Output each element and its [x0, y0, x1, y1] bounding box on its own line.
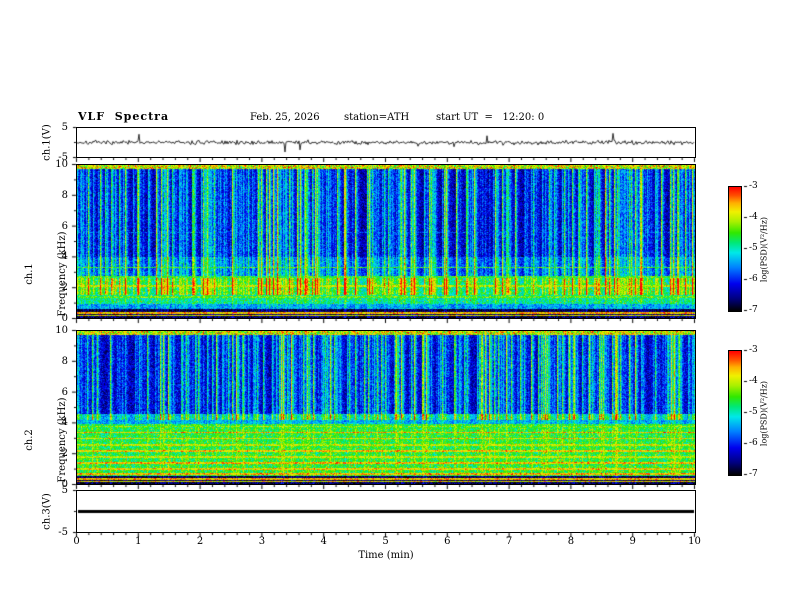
- x-tick-label: 9: [629, 536, 636, 547]
- colorbar-tick-label: -5: [749, 243, 758, 253]
- start-ut-label: start UT = 12:20: 0: [436, 112, 545, 123]
- y-tick-label: 5: [61, 122, 68, 133]
- ch1-spectrogram-canvas: [77, 165, 695, 318]
- x-tick-label: 10: [688, 536, 701, 547]
- x-tick-label: 0: [73, 536, 80, 547]
- ch1-frequency-axis-label-line1: ch.1: [24, 263, 35, 285]
- date-label: Feb. 25, 2026: [250, 112, 320, 123]
- y-tick-label: 4: [61, 417, 68, 429]
- vlf-spectra-figure: VLF Spectra Feb. 25, 2026 station=ATH st…: [0, 0, 792, 612]
- y-tick-label: 5: [61, 485, 68, 496]
- y-tick-label: 2: [61, 282, 68, 294]
- x-tick-label: 5: [382, 536, 389, 547]
- y-tick-label: 4: [61, 251, 68, 263]
- colorbar-tick-label: -7: [749, 469, 758, 479]
- colorbar-tick-label: -4: [749, 376, 758, 386]
- colorbar-tick-label: -3: [749, 345, 758, 355]
- x-tick-label: 8: [567, 536, 575, 547]
- colorbar-tick-label: -4: [749, 212, 758, 222]
- x-tick-label: 3: [258, 536, 266, 547]
- y-tick-label: 6: [61, 386, 68, 398]
- y-tick-label: -5: [58, 527, 68, 538]
- ch1-frequency-axis-label: ch.1 Frequency (kHz): [2, 216, 90, 332]
- ch3-waveform-panel: [76, 490, 696, 533]
- colorbar-ch1: [728, 186, 742, 312]
- colorbar-ch1-gradient: [729, 187, 741, 311]
- colorbar-tick-label: -6: [749, 274, 758, 284]
- y-tick-label: 8: [61, 189, 68, 201]
- y-tick-label: -5: [58, 152, 68, 163]
- ch3-waveform-canvas: [77, 491, 695, 532]
- x-tick-label: 1: [135, 536, 142, 547]
- y-tick-label: 0: [61, 313, 68, 324]
- colorbar-tick-label: -6: [749, 438, 758, 448]
- ch2-frequency-axis-label-line1: ch.2: [24, 429, 35, 451]
- ch1-waveform-canvas: [77, 128, 695, 157]
- y-tick-label: 8: [61, 355, 68, 367]
- colorbar-ch2: [728, 350, 742, 476]
- colorbar-tick-label: -7: [749, 305, 758, 315]
- x-tick-label: 4: [320, 536, 327, 547]
- y-tick-label: 2: [61, 448, 68, 460]
- ch1-spectrogram-panel: [76, 164, 696, 319]
- figure-title: VLF Spectra: [78, 110, 170, 123]
- ch2-spectrogram-canvas: [77, 331, 695, 484]
- colorbar-tick-label: -5: [749, 407, 758, 417]
- x-tick-label: 6: [444, 536, 451, 547]
- x-tick-label: 2: [196, 536, 204, 547]
- y-tick-label: 10: [55, 325, 68, 336]
- colorbar-ch2-gradient: [729, 351, 741, 475]
- x-tick-label: 7: [505, 536, 513, 547]
- ch1-waveform-panel: [76, 127, 696, 158]
- y-tick-label: 6: [61, 220, 68, 232]
- x-axis-label: Time (min): [358, 550, 414, 561]
- colorbar-tick-label: -3: [749, 181, 758, 191]
- ch2-spectrogram-panel: [76, 330, 696, 485]
- station-label: station=ATH: [344, 112, 410, 123]
